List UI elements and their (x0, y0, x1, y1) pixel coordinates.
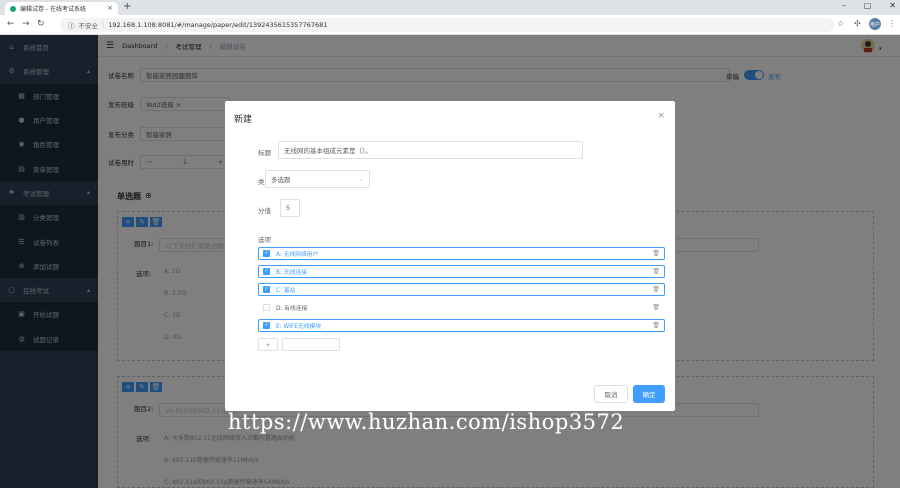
option-item[interactable]: ✓ E: WIFE无线模块 🗑 (258, 319, 665, 332)
title-input[interactable]: 无线网的基本组成元素是（）。 (278, 141, 583, 159)
option-checkbox[interactable]: ✓ (263, 250, 270, 257)
new-option-input[interactable] (282, 338, 340, 351)
address-bar-row: ← → ↻ ⓘ 不安全 | 192.168.1.108:8081/#/manag… (0, 15, 900, 35)
insecure-icon: ⓘ (68, 22, 75, 30)
type-select[interactable]: 多选题 ⌄ (265, 170, 370, 188)
browser-tab-bar: 编辑试卷 - 在线考试系统 × + – ▢ ✕ (0, 0, 900, 15)
option-item[interactable]: ✓ B: 无线连接 🗑 (258, 265, 665, 278)
delete-icon[interactable]: 🗑 (652, 322, 660, 329)
option-text: D: 有线连接 (276, 306, 308, 312)
star-icon[interactable]: ☆ (837, 19, 844, 28)
new-tab-button[interactable]: + (123, 1, 131, 12)
option-text: E: WIFE无线模块 (276, 324, 322, 330)
delete-icon[interactable]: 🗑 (652, 250, 660, 257)
new-question-dialog: 新建 × 标题 无线网的基本组成元素是（）。 类型 多选题 ⌄ 分值 5 选项 … (225, 101, 675, 411)
option-text: A: 无线网络用户 (276, 252, 319, 258)
type-value: 多选题 (271, 176, 291, 184)
score-label: 分值 (258, 207, 271, 215)
option-checkbox[interactable]: ✓ (263, 322, 270, 329)
insecure-label: 不安全 (78, 22, 99, 30)
browser-profile-avatar[interactable]: 用户 (869, 18, 881, 30)
add-option-button[interactable]: + (258, 338, 278, 351)
tab-title: 编辑试卷 - 在线考试系统 (20, 6, 86, 13)
option-checkbox[interactable] (263, 304, 270, 311)
option-checkbox[interactable]: ✓ (263, 268, 270, 275)
maximize-icon[interactable]: ▢ (864, 1, 872, 10)
watermark: https://www.huzhan.com/ishop3572 (228, 410, 625, 434)
option-item[interactable]: ✓ A: 无线网络用户 🗑 (258, 247, 665, 260)
delete-icon[interactable]: 🗑 (652, 286, 660, 293)
reload-icon[interactable]: ↻ (37, 19, 45, 29)
score-input[interactable]: 5 (280, 199, 300, 217)
minimize-icon[interactable]: – (842, 1, 846, 10)
option-text: B: 无线连接 (276, 270, 307, 276)
extensions-icon[interactable]: ✣ (854, 19, 861, 28)
title-label: 标题 (258, 149, 271, 157)
options-label: 选项 (258, 236, 271, 244)
option-text: C: 基站 (276, 288, 296, 294)
close-icon[interactable]: × (657, 111, 665, 121)
window-controls: – ▢ ✕ (842, 1, 896, 10)
close-tab-icon[interactable]: × (107, 4, 113, 12)
favicon-icon (10, 5, 16, 12)
forward-icon[interactable]: → (22, 19, 30, 29)
close-window-icon[interactable]: ✕ (889, 1, 896, 10)
option-checkbox[interactable]: ✓ (263, 286, 270, 293)
delete-icon[interactable]: 🗑 (652, 268, 660, 275)
url-field[interactable]: ⓘ 不安全 | 192.168.1.108:8081/#/manage/pape… (60, 18, 834, 32)
dialog-title: 新建 (234, 115, 253, 125)
browser-menu-icon[interactable]: ⋮ (888, 19, 896, 28)
url-text: 192.168.1.108:8081/#/manage/paper/edit/1… (108, 21, 328, 29)
cancel-button[interactable]: 取消 (594, 385, 628, 403)
option-item[interactable]: D: 有线连接 🗑 (258, 301, 665, 314)
delete-icon[interactable]: 🗑 (652, 304, 660, 311)
browser-tab[interactable]: 编辑试卷 - 在线考试系统 × (5, 2, 118, 15)
back-icon[interactable]: ← (7, 19, 15, 29)
confirm-button[interactable]: 确定 (633, 385, 665, 403)
option-item[interactable]: ✓ C: 基站 🗑 (258, 283, 665, 296)
chevron-down-icon: ⌄ (358, 175, 364, 183)
